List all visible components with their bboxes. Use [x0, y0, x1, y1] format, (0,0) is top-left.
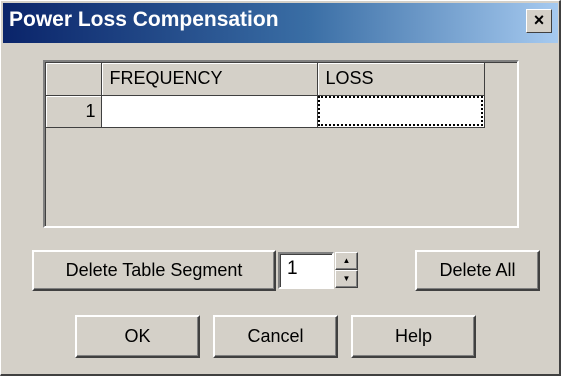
column-header-loss[interactable]: LOSS	[317, 63, 485, 96]
ok-button[interactable]: OK	[75, 315, 200, 358]
frequency-cell[interactable]	[101, 95, 318, 128]
compensation-grid: FREQUENCY LOSS 1	[46, 63, 485, 128]
spin-up-button[interactable]: ▲	[335, 252, 358, 270]
header-row: FREQUENCY LOSS	[46, 63, 485, 96]
help-button[interactable]: Help	[351, 315, 476, 358]
table-inner-border: FREQUENCY LOSS 1	[45, 62, 517, 226]
delete-table-segment-button[interactable]: Delete Table Segment	[32, 250, 276, 291]
spin-down-button[interactable]: ▼	[335, 270, 358, 288]
cancel-button[interactable]: Cancel	[213, 315, 338, 358]
loss-cell[interactable]	[317, 95, 485, 128]
close-button[interactable]: ×	[526, 9, 552, 33]
delete-all-button[interactable]: Delete All	[415, 250, 540, 291]
table-row: 1	[46, 95, 485, 128]
window-title: Power Loss Compensation	[9, 8, 279, 31]
spin-down-icon: ▼	[342, 274, 351, 283]
column-header-frequency[interactable]: FREQUENCY	[101, 63, 318, 96]
close-icon: ×	[533, 10, 545, 30]
corner-header[interactable]	[46, 63, 102, 96]
compensation-table: FREQUENCY LOSS 1	[43, 60, 519, 228]
title-bar[interactable]: Power Loss Compensation ×	[3, 3, 558, 43]
row-header[interactable]: 1	[46, 95, 102, 128]
power-loss-compensation-dialog: Power Loss Compensation × FREQUENCY LOSS…	[0, 0, 561, 376]
spin-up-icon: ▲	[342, 256, 351, 265]
segment-number-input[interactable]: 1	[278, 252, 334, 289]
